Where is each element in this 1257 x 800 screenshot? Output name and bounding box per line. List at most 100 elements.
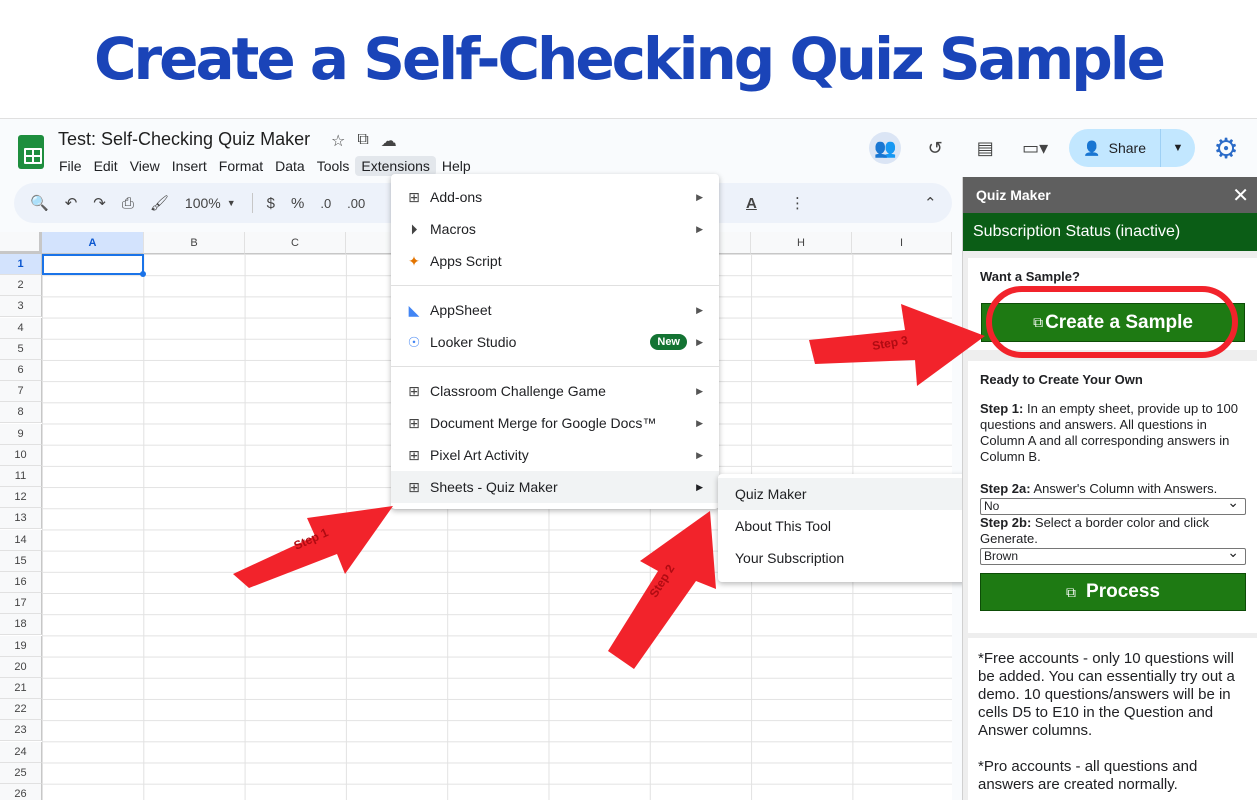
row-header[interactable]: 20 <box>0 656 42 678</box>
row-header[interactable]: 5 <box>0 338 42 360</box>
process-button[interactable]: ⧉ Process <box>980 573 1246 611</box>
menu-file[interactable]: File <box>59 156 88 176</box>
menu-insert[interactable]: Insert <box>166 156 213 176</box>
more-icon[interactable]: ⋮ <box>790 194 805 212</box>
menu-item-macros[interactable]: ⏵ Macros ▶ <box>391 213 719 245</box>
menu-item-add-ons[interactable]: ⊞ Add-ons ▶ <box>391 181 719 213</box>
search-icon[interactable]: 🔍 <box>30 194 49 212</box>
row-header[interactable]: 16 <box>0 572 42 593</box>
video-call-icon[interactable]: ▭▾ <box>1019 132 1051 164</box>
row-header[interactable]: 11 <box>0 466 42 487</box>
menu-item-document-merge[interactable]: ⊞ Document Merge for Google Docs™ ▶ <box>391 407 719 439</box>
menu-item-sheets-quiz-maker[interactable]: ⊞ Sheets - Quiz Maker ▶ <box>391 471 719 503</box>
menu-view[interactable]: View <box>124 156 166 176</box>
row-header[interactable]: 26 <box>0 784 42 800</box>
menu-divider <box>391 285 719 286</box>
undo-icon[interactable]: ↶ <box>65 194 78 212</box>
decrease-decimal-button[interactable]: .0 <box>320 196 331 211</box>
submenu-item-your-subscription[interactable]: Your Subscription <box>718 542 980 574</box>
paint-format-icon[interactable]: 🖌 <box>150 194 169 212</box>
sidebar-title: Quiz Maker <box>976 187 1051 203</box>
addon-icon: ⊞ <box>408 414 420 431</box>
row-header[interactable]: 23 <box>0 720 42 742</box>
submenu-item-quiz-maker[interactable]: Quiz Maker <box>718 478 980 510</box>
row-header[interactable]: 15 <box>0 550 42 572</box>
redo-icon[interactable]: ↷ <box>93 194 106 212</box>
print-icon[interactable]: ⎙ <box>122 195 134 212</box>
row-header[interactable]: 19 <box>0 635 42 657</box>
share-label: Share <box>1108 140 1146 156</box>
row-header[interactable]: 2 <box>0 275 42 297</box>
submenu-item-about-this-tool[interactable]: About This Tool <box>718 510 980 542</box>
star-icon[interactable]: ☆ <box>331 131 345 151</box>
row-header[interactable]: 12 <box>0 487 42 509</box>
row-header[interactable]: 25 <box>0 762 42 784</box>
row-header[interactable]: 21 <box>0 678 42 699</box>
menu-item-looker-studio[interactable]: ☉ Looker Studio New ▶ <box>391 326 719 358</box>
submenu-arrow-icon: ▶ <box>696 336 703 347</box>
settings-gear-icon[interactable]: ⚙ <box>1209 131 1243 165</box>
title-icons: ☆ ⧉ ☁ <box>331 131 397 151</box>
subscription-status: Subscription Status (inactive) <box>963 213 1257 251</box>
row-header[interactable]: 22 <box>0 699 42 721</box>
menu-bar: File Edit View Insert Format Data Tools … <box>59 156 477 176</box>
active-cell[interactable] <box>42 254 146 277</box>
row-header[interactable]: 8 <box>0 402 42 424</box>
menu-edit[interactable]: Edit <box>88 156 124 176</box>
collapse-toolbar-icon[interactable]: ⌃ <box>924 194 937 212</box>
submenu-arrow-icon: ▶ <box>696 417 703 428</box>
history-icon[interactable]: ↺ <box>919 132 951 164</box>
header-actions: 👥 ↺ ▤ ▭▾ 👤 Share ▼ ⚙ <box>869 129 1257 167</box>
close-icon[interactable]: ✕ <box>1232 183 1249 208</box>
text-color-icon[interactable]: A <box>746 195 757 212</box>
row-header[interactable]: 4 <box>0 317 42 339</box>
row-header[interactable]: 17 <box>0 593 42 615</box>
select-all-corner[interactable] <box>0 232 42 254</box>
row-header[interactable]: 14 <box>0 529 42 551</box>
currency-format-button[interactable]: $ <box>267 195 275 212</box>
menu-tools[interactable]: Tools <box>311 156 356 176</box>
percent-format-button[interactable]: % <box>291 195 304 212</box>
column-header[interactable]: C <box>245 232 346 254</box>
comment-icon[interactable]: ▤ <box>969 132 1001 164</box>
menu-item-pixel-art-activity[interactable]: ⊞ Pixel Art Activity ▶ <box>391 439 719 471</box>
answers-column-select[interactable]: No <box>980 495 1246 515</box>
menu-item-apps-script[interactable]: ✦ Apps Script <box>391 245 719 277</box>
column-header[interactable]: H <box>751 232 852 254</box>
row-header[interactable]: 1 <box>0 254 42 275</box>
column-header[interactable]: I <box>852 232 952 254</box>
row-header[interactable]: 10 <box>0 444 42 466</box>
share-dropdown-icon[interactable]: ▼ <box>1161 142 1195 154</box>
sheets-logo-icon[interactable] <box>18 135 44 169</box>
menu-item-appsheet[interactable]: ◣ AppSheet ▶ <box>391 294 719 326</box>
row-header[interactable]: 3 <box>0 296 42 318</box>
menu-format[interactable]: Format <box>213 156 269 176</box>
move-to-drive-icon[interactable]: ⧉ <box>357 131 368 151</box>
person-icon: 👤 <box>1083 139 1101 156</box>
cloud-status-icon[interactable]: ☁ <box>381 131 397 151</box>
toolbar-divider <box>251 193 253 213</box>
step1-text: Step 1: In an empty sheet, provide up to… <box>980 401 1238 464</box>
menu-help[interactable]: Help <box>436 156 477 176</box>
share-button[interactable]: 👤 Share ▼ <box>1069 129 1195 167</box>
border-color-select[interactable]: Brown <box>980 545 1246 565</box>
row-header[interactable]: 7 <box>0 381 42 403</box>
menu-data[interactable]: Data <box>269 156 311 176</box>
zoom-select[interactable]: 100% <box>185 195 221 211</box>
create-own-card: Ready to Create Your Own Step 1: In an e… <box>968 361 1257 633</box>
banner: Create a Self-Checking Quiz Sample <box>0 0 1257 118</box>
column-header[interactable]: B <box>144 232 245 254</box>
menu-extensions[interactable]: Extensions <box>355 156 436 176</box>
zoom-dropdown-icon[interactable]: ▼ <box>227 198 236 208</box>
row-header[interactable]: 13 <box>0 508 42 530</box>
row-header[interactable]: 24 <box>0 741 42 763</box>
document-title[interactable]: Test: Self-Checking Quiz Maker <box>58 129 310 150</box>
menu-item-classroom-challenge-game[interactable]: ⊞ Classroom Challenge Game ▶ <box>391 375 719 407</box>
column-header[interactable]: A <box>42 232 144 254</box>
submenu-arrow-icon: ▶ <box>696 223 703 234</box>
row-header[interactable]: 18 <box>0 614 42 636</box>
increase-decimal-button[interactable]: .00 <box>347 196 365 211</box>
people-icon[interactable]: 👥 <box>869 132 902 164</box>
row-header[interactable]: 9 <box>0 423 42 445</box>
row-header[interactable]: 6 <box>0 360 42 381</box>
